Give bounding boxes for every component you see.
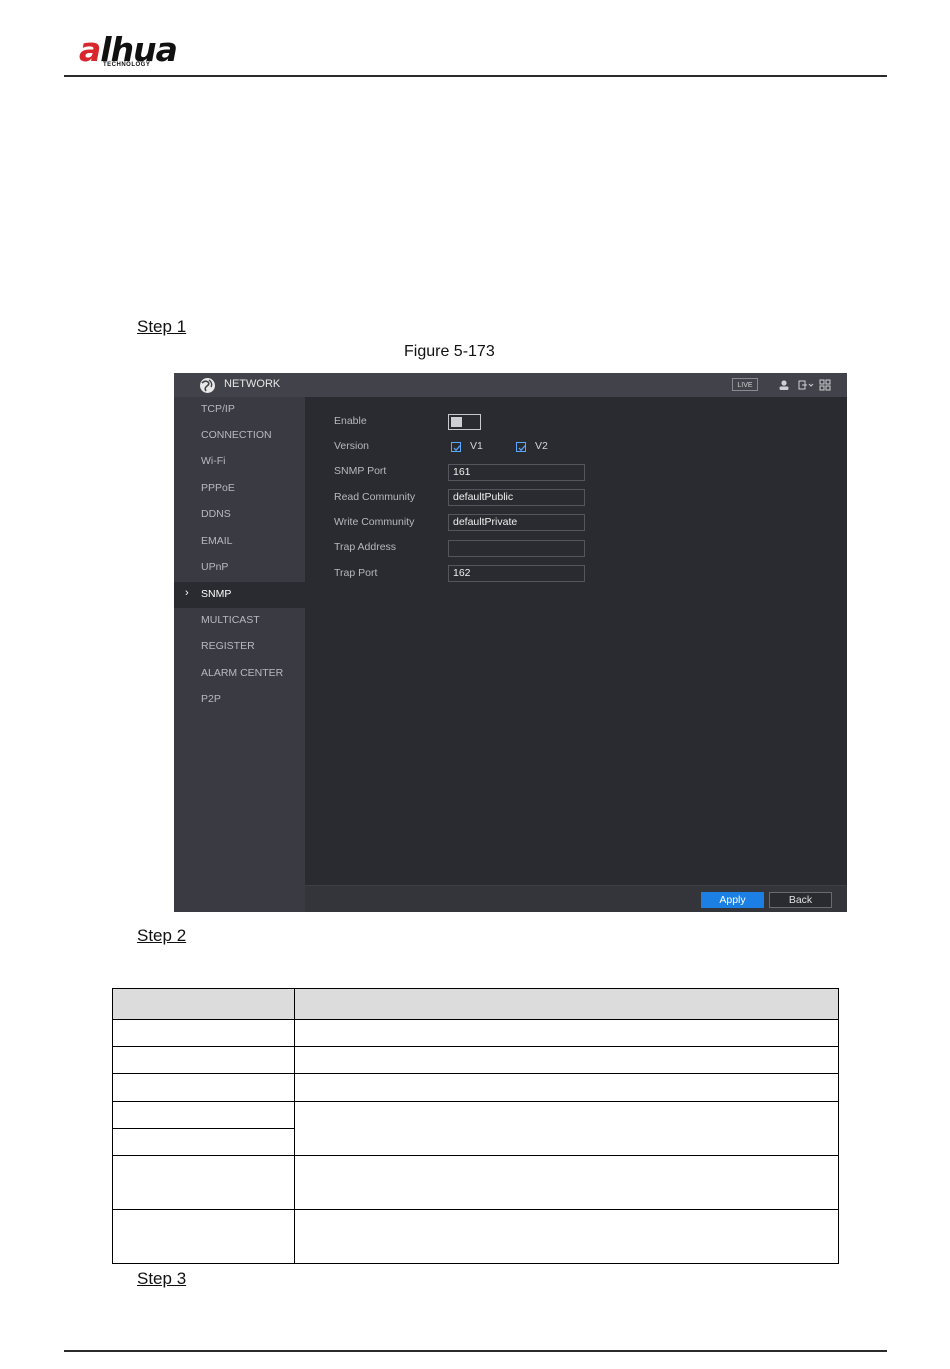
table-row-divider bbox=[112, 1209, 839, 1210]
toggle-knob bbox=[451, 417, 462, 427]
user-icon[interactable] bbox=[778, 379, 790, 391]
table-border bbox=[112, 988, 839, 989]
check-icon bbox=[518, 445, 526, 452]
sidebar-item-snmp[interactable]: › SNMP bbox=[174, 582, 305, 608]
back-button[interactable]: Back bbox=[769, 892, 832, 908]
v1-checkbox[interactable] bbox=[451, 442, 461, 452]
table-border bbox=[838, 988, 839, 1264]
table-border bbox=[112, 988, 113, 1264]
write-community-label: Write Community bbox=[334, 516, 415, 528]
enable-toggle[interactable] bbox=[448, 414, 481, 430]
sidebar-item-p2p[interactable]: P2P bbox=[174, 687, 305, 713]
table-row-divider bbox=[112, 1155, 839, 1156]
version-label: Version bbox=[334, 440, 370, 452]
snmp-port-label: SNMP Port bbox=[334, 465, 387, 477]
network-globe-icon bbox=[200, 378, 215, 393]
ui-bottom-bar bbox=[305, 885, 847, 912]
sidebar-item-label: Wi-Fi bbox=[201, 455, 226, 467]
chevron-right-icon: › bbox=[185, 587, 189, 599]
sidebar-item-multicast[interactable]: MULTICAST bbox=[174, 608, 305, 634]
header-rule bbox=[64, 75, 887, 77]
v2-checkbox[interactable] bbox=[516, 442, 526, 452]
ui-page-title: NETWORK bbox=[224, 378, 281, 390]
check-icon bbox=[453, 445, 461, 452]
trap-port-label: Trap Port bbox=[334, 567, 378, 579]
snmp-port-input[interactable]: 161 bbox=[448, 464, 585, 481]
sidebar-item-ddns[interactable]: DDNS bbox=[174, 502, 305, 528]
sidebar-item-label: ALARM CENTER bbox=[201, 667, 284, 679]
dahua-logo: alhua TECHNOLOGY bbox=[75, 30, 195, 72]
sidebar-item-register[interactable]: REGISTER bbox=[174, 634, 305, 660]
table-row-divider bbox=[112, 1101, 839, 1102]
sidebar-item-email[interactable]: EMAIL bbox=[174, 529, 305, 555]
trap-port-input[interactable]: 162 bbox=[448, 565, 585, 582]
sidebar-item-label: SNMP bbox=[201, 588, 232, 600]
table-row-divider bbox=[112, 1128, 295, 1129]
sidebar-item-label: CONNECTION bbox=[201, 429, 272, 441]
sidebar-item-label: PPPoE bbox=[201, 482, 235, 494]
sidebar-item-connection[interactable]: CONNECTION bbox=[174, 423, 305, 449]
enable-label: Enable bbox=[334, 415, 367, 427]
sidebar-item-label: MULTICAST bbox=[201, 614, 260, 626]
logo-subtext: TECHNOLOGY bbox=[103, 62, 151, 68]
table-header-row bbox=[112, 988, 839, 1019]
logout-menu-icon[interactable] bbox=[798, 379, 814, 391]
live-button[interactable]: LIVE bbox=[732, 378, 758, 391]
read-community-input[interactable]: defaultPublic bbox=[448, 489, 585, 506]
write-community-input[interactable]: defaultPrivate bbox=[448, 514, 585, 531]
sidebar-item-label: EMAIL bbox=[201, 535, 233, 547]
grid-menu-icon[interactable] bbox=[819, 379, 831, 391]
sidebar-item-label: UPnP bbox=[201, 561, 229, 573]
sidebar-item-pppoe[interactable]: PPPoE bbox=[174, 476, 305, 502]
network-sidebar: TCP/IP CONNECTION Wi-Fi PPPoE DDNS EMAIL… bbox=[174, 397, 305, 912]
sidebar-item-alarm-center[interactable]: ALARM CENTER bbox=[174, 661, 305, 687]
table-column-divider bbox=[294, 988, 295, 1264]
sidebar-item-label: P2P bbox=[201, 693, 221, 705]
table-row-divider bbox=[112, 1019, 839, 1020]
step-2-label: Step 2 bbox=[137, 926, 187, 945]
footer-rule bbox=[64, 1350, 887, 1352]
ui-top-bar: NETWORK LIVE bbox=[174, 373, 847, 397]
trap-address-label: Trap Address bbox=[334, 541, 397, 553]
sidebar-item-upnp[interactable]: UPnP bbox=[174, 555, 305, 581]
sidebar-item-label: REGISTER bbox=[201, 640, 255, 652]
table-border bbox=[112, 1263, 839, 1264]
snmp-settings-screenshot: NETWORK LIVE TCP/IP CONNECTION Wi-Fi PPP… bbox=[174, 373, 847, 912]
table-row-divider bbox=[112, 1046, 839, 1047]
step-3-label: Step 3 bbox=[137, 1269, 187, 1288]
apply-button[interactable]: Apply bbox=[701, 892, 764, 908]
v1-label: V1 bbox=[470, 440, 483, 452]
read-community-label: Read Community bbox=[334, 491, 416, 503]
v2-label: V2 bbox=[535, 440, 548, 452]
parameter-table bbox=[112, 988, 839, 1265]
sidebar-item-tcpip[interactable]: TCP/IP bbox=[174, 397, 305, 423]
sidebar-item-wifi[interactable]: Wi-Fi bbox=[174, 449, 305, 475]
sidebar-item-label: DDNS bbox=[201, 508, 231, 520]
figure-caption: Figure 5-173 bbox=[404, 343, 495, 360]
table-row-divider bbox=[112, 1073, 839, 1074]
sidebar-item-label: TCP/IP bbox=[201, 403, 235, 415]
step-1-label: Step 1 bbox=[137, 317, 187, 336]
trap-address-input[interactable] bbox=[448, 540, 585, 557]
